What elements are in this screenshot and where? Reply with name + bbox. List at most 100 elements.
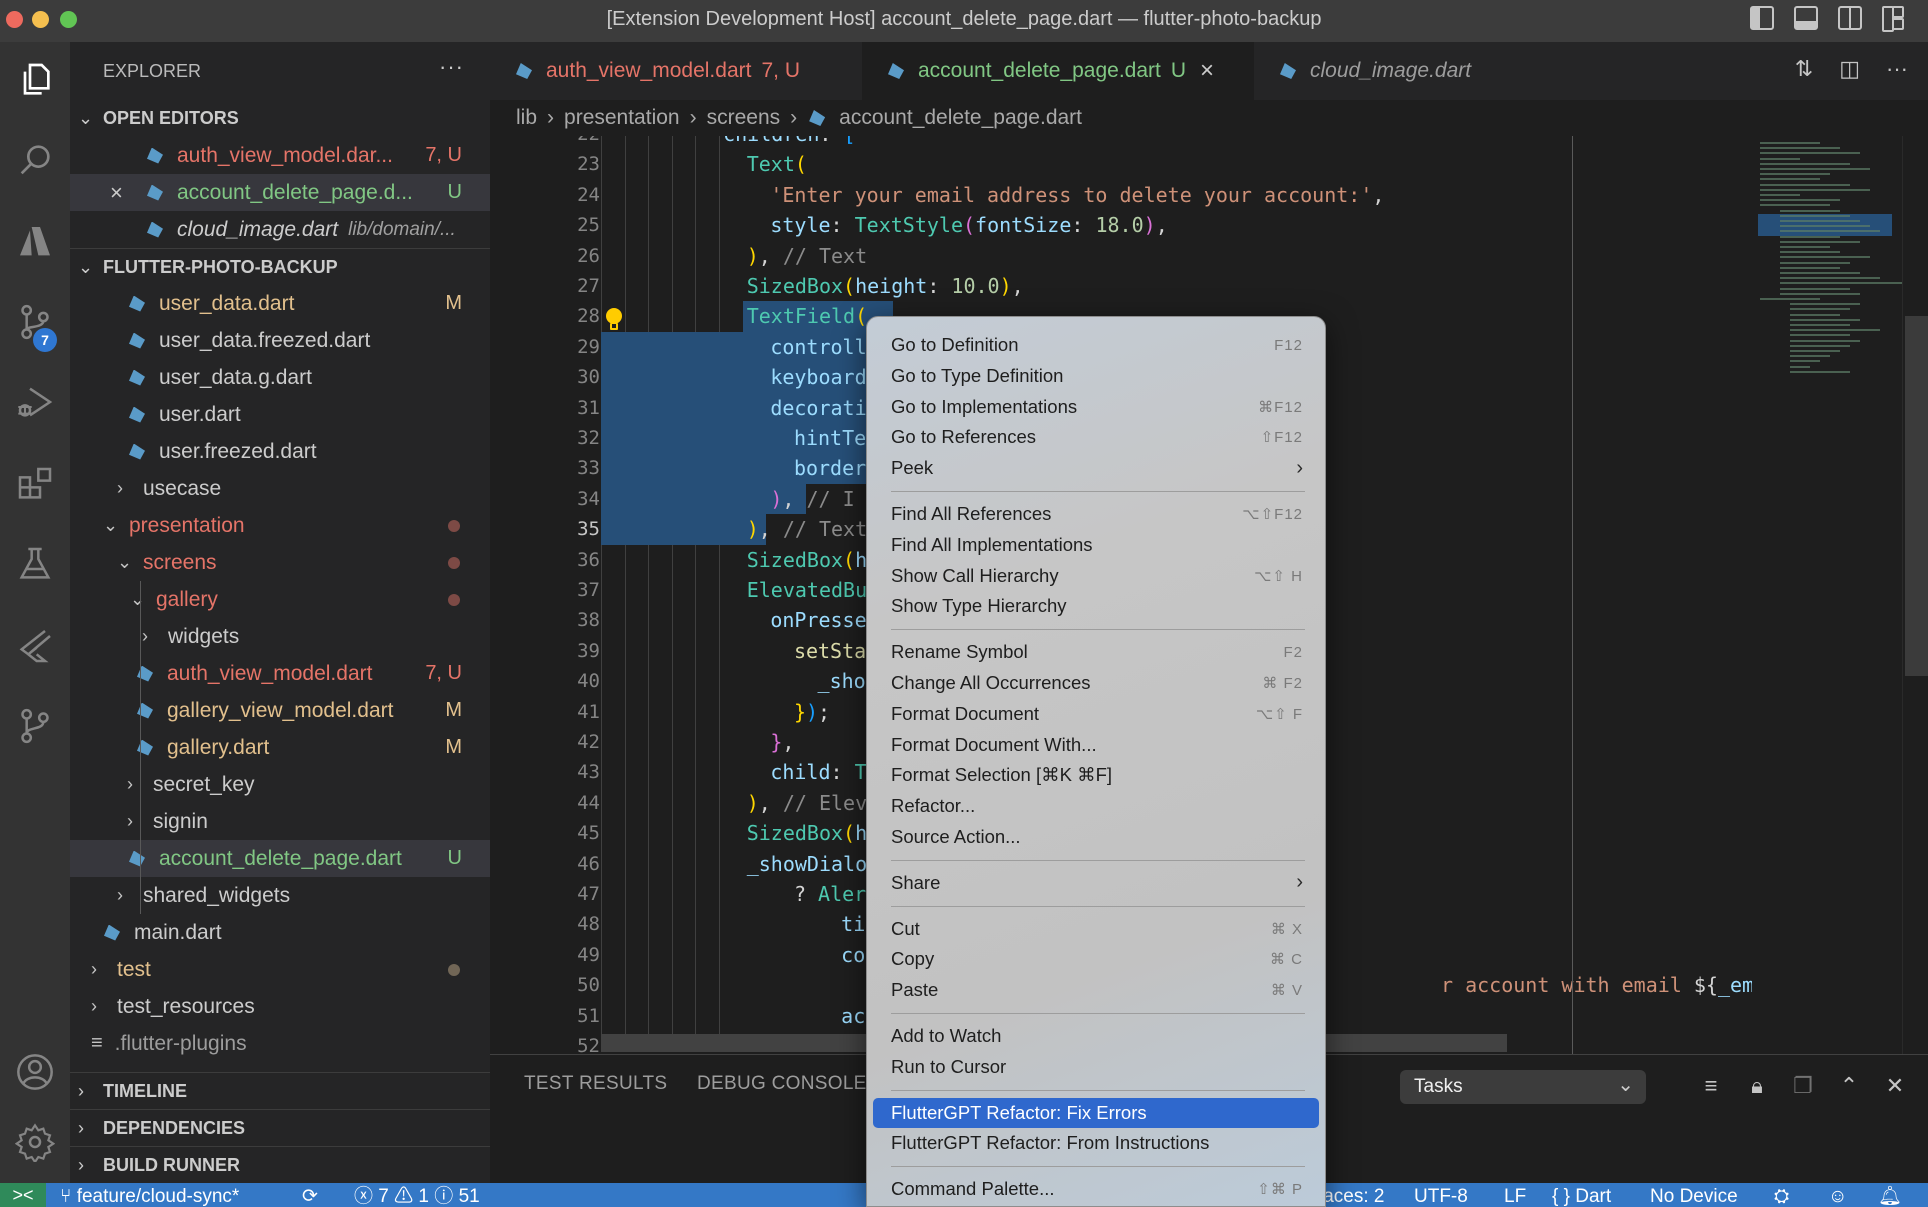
folder-item[interactable]: › test_resources bbox=[70, 988, 490, 1025]
folder-item[interactable]: › secret_key bbox=[70, 766, 490, 803]
feedback-icon[interactable]: ☺ bbox=[1828, 1183, 1847, 1207]
clear-output-icon[interactable]: ≡ bbox=[1698, 1071, 1724, 1101]
customize-layout-icon[interactable] bbox=[1882, 6, 1906, 32]
notifications-icon[interactable]: 🔔︎ bbox=[1878, 1183, 1902, 1207]
open-in-editor-icon[interactable]: ❐ bbox=[1790, 1071, 1816, 1101]
activity-extensions[interactable] bbox=[0, 454, 70, 514]
close-panel-icon[interactable]: ✕ bbox=[1882, 1071, 1908, 1101]
menu-item-go-to-implementations[interactable]: Go to Implementations ⌘F12 bbox=[873, 392, 1319, 422]
toggle-primary-sidebar-icon[interactable] bbox=[1750, 6, 1774, 30]
breadcrumb-item[interactable]: lib bbox=[516, 106, 537, 130]
toggle-secondary-sidebar-icon[interactable] bbox=[1838, 6, 1862, 30]
activity-explorer[interactable] bbox=[0, 50, 70, 110]
device-status[interactable]: No Device bbox=[1650, 1183, 1738, 1207]
menu-item-rename-symbol[interactable]: Rename Symbol F2 bbox=[873, 637, 1319, 667]
more-actions-icon[interactable]: ··· bbox=[1886, 56, 1908, 82]
activity-accounts[interactable] bbox=[0, 1042, 70, 1102]
file-item[interactable]: user_data.g.dart bbox=[70, 359, 490, 396]
file-item[interactable]: user.freezed.dart bbox=[70, 433, 490, 470]
breadcrumb-item[interactable]: account_delete_page.dart bbox=[839, 106, 1082, 130]
tab-auth-view-model[interactable]: auth_view_model.dart 7, U bbox=[490, 42, 862, 100]
activity-manage[interactable] bbox=[0, 1112, 70, 1172]
open-editor-item[interactable]: auth_view_model.dar... 7, U bbox=[70, 137, 490, 174]
branch-status[interactable]: ⑂ feature/cloud-sync* bbox=[60, 1183, 239, 1207]
menu-item-cut[interactable]: Cut ⌘ X bbox=[873, 914, 1319, 944]
file-item[interactable]: auth_view_model.dart 7, U bbox=[70, 655, 490, 692]
lightbulb-icon[interactable] bbox=[604, 307, 624, 333]
menu-item-fluttergpt-refactor-fix-errors[interactable]: FlutterGPT Refactor: Fix Errors bbox=[873, 1097, 1319, 1128]
file-item[interactable]: user.dart bbox=[70, 396, 490, 433]
tasks-dropdown[interactable]: Tasks ⌄ bbox=[1400, 1070, 1646, 1104]
menu-item-format-selection-k-f[interactable]: Format Selection [⌘K ⌘F] bbox=[873, 760, 1319, 790]
toggle-panel-icon[interactable] bbox=[1794, 6, 1818, 30]
file-item[interactable]: user_data.dart M bbox=[70, 285, 490, 322]
minimap[interactable] bbox=[1752, 136, 1920, 1054]
split-editor-icon[interactable]: ◫ bbox=[1839, 56, 1860, 82]
file-item[interactable]: account_delete_page.dart U bbox=[70, 840, 490, 877]
menu-item-format-document-with[interactable]: Format Document With... bbox=[873, 730, 1319, 760]
problems-status[interactable]: ⓧ 7 ⚠ 1 ⓘ 51 bbox=[354, 1183, 480, 1207]
open-editors-section-header[interactable]: ⌄ OPEN EDITORS bbox=[70, 100, 490, 137]
menu-item-run-to-cursor[interactable]: Run to Cursor bbox=[873, 1052, 1319, 1082]
menu-item-refactor[interactable]: Refactor... bbox=[873, 791, 1319, 821]
menu-item-format-document[interactable]: Format Document ⌥⇧ F bbox=[873, 699, 1319, 729]
open-editor-item[interactable]: cloud_image.dart lib/domain/... bbox=[70, 211, 490, 248]
close-editor-icon[interactable]: × bbox=[110, 180, 123, 206]
activity-flutter[interactable] bbox=[0, 616, 70, 676]
activity-testing[interactable] bbox=[0, 534, 70, 594]
file-item[interactable]: ≡ .flutter-plugins bbox=[70, 1025, 490, 1062]
menu-item-paste[interactable]: Paste ⌘ V bbox=[873, 975, 1319, 1005]
tab-account-delete-page[interactable]: account_delete_page.dart U × bbox=[862, 42, 1254, 100]
menu-item-find-all-references[interactable]: Find All References ⌥⇧F12 bbox=[873, 499, 1319, 529]
menu-item-go-to-definition[interactable]: Go to Definition F12 bbox=[873, 330, 1319, 360]
language-status[interactable]: { } Dart bbox=[1552, 1183, 1611, 1207]
folder-item[interactable]: › widgets bbox=[70, 618, 490, 655]
open-editor-item[interactable]: × account_delete_page.d... U bbox=[70, 174, 490, 211]
panel-tab-debug-console[interactable]: DEBUG CONSOLE bbox=[697, 1073, 867, 1095]
folder-item[interactable]: › usecase bbox=[70, 470, 490, 507]
file-item[interactable]: gallery_view_model.dart M bbox=[70, 692, 490, 729]
menu-item-peek[interactable]: Peek › bbox=[873, 453, 1319, 483]
folder-item[interactable]: › signin bbox=[70, 803, 490, 840]
folder-item[interactable]: › shared_widgets bbox=[70, 877, 490, 914]
menu-item-source-action[interactable]: Source Action... bbox=[873, 822, 1319, 852]
menu-item-command-palette[interactable]: Command Palette... ⇧⌘ P bbox=[873, 1174, 1319, 1204]
breadcrumb-item[interactable]: presentation bbox=[564, 106, 680, 130]
menu-item-change-all-occurrences[interactable]: Change All Occurrences ⌘ F2 bbox=[873, 668, 1319, 698]
maximize-panel-icon[interactable]: ⌃ bbox=[1836, 1071, 1862, 1101]
menu-item-go-to-type-definition[interactable]: Go to Type Definition bbox=[873, 361, 1319, 391]
folder-item[interactable]: ⌄ presentation bbox=[70, 507, 490, 544]
menu-item-add-to-watch[interactable]: Add to Watch bbox=[873, 1021, 1319, 1051]
menu-item-copy[interactable]: Copy ⌘ C bbox=[873, 944, 1319, 974]
project-section-header[interactable]: ⌄ FLUTTER-PHOTO-BACKUP bbox=[70, 248, 490, 285]
activity-azure[interactable] bbox=[0, 212, 70, 272]
panel-tab-test-results[interactable]: TEST RESULTS bbox=[524, 1073, 667, 1095]
eol-status[interactable]: LF bbox=[1504, 1183, 1526, 1207]
menu-item-share[interactable]: Share › bbox=[873, 868, 1319, 898]
menu-item-show-call-hierarchy[interactable]: Show Call Hierarchy ⌥⇧ H bbox=[873, 561, 1319, 591]
remote-indicator[interactable]: >< bbox=[0, 1183, 46, 1207]
open-changes-icon[interactable]: ⇅ bbox=[1795, 56, 1813, 82]
tab-cloud-image[interactable]: cloud_image.dart bbox=[1254, 42, 1524, 100]
explorer-more-actions-button[interactable]: ··· bbox=[439, 54, 464, 80]
activity-source-control[interactable]: 7 bbox=[0, 292, 70, 352]
activity-git-graph[interactable] bbox=[0, 696, 70, 756]
file-item[interactable]: user_data.freezed.dart bbox=[70, 322, 490, 359]
lock-icon[interactable]: 🔒︎ bbox=[1744, 1071, 1770, 1101]
build-runner-section-header[interactable]: › BUILD RUNNER bbox=[70, 1146, 490, 1183]
dependencies-section-header[interactable]: › DEPENDENCIES bbox=[70, 1109, 490, 1146]
activity-run-debug[interactable] bbox=[0, 372, 70, 432]
folder-item[interactable]: ⌄ screens bbox=[70, 544, 490, 581]
encoding-status[interactable]: UTF-8 bbox=[1414, 1183, 1468, 1207]
menu-item-fluttergpt-refactor-from-instructions[interactable]: FlutterGPT Refactor: From Instructions bbox=[873, 1128, 1319, 1158]
menu-item-go-to-references[interactable]: Go to References ⇧F12 bbox=[873, 422, 1319, 452]
folder-item[interactable]: ⌄ gallery bbox=[70, 581, 490, 618]
breadcrumb-item[interactable]: screens bbox=[707, 106, 781, 130]
menu-item-show-type-hierarchy[interactable]: Show Type Hierarchy bbox=[873, 591, 1319, 621]
copilot-icon[interactable]: ⛭ bbox=[1774, 1183, 1789, 1207]
menu-item-find-all-implementations[interactable]: Find All Implementations bbox=[873, 530, 1319, 560]
vertical-scrollbar[interactable] bbox=[1902, 136, 1928, 1054]
folder-item[interactable]: › test bbox=[70, 951, 490, 988]
sync-icon[interactable]: ⟳ bbox=[302, 1183, 318, 1207]
timeline-section-header[interactable]: › TIMELINE bbox=[70, 1072, 490, 1109]
